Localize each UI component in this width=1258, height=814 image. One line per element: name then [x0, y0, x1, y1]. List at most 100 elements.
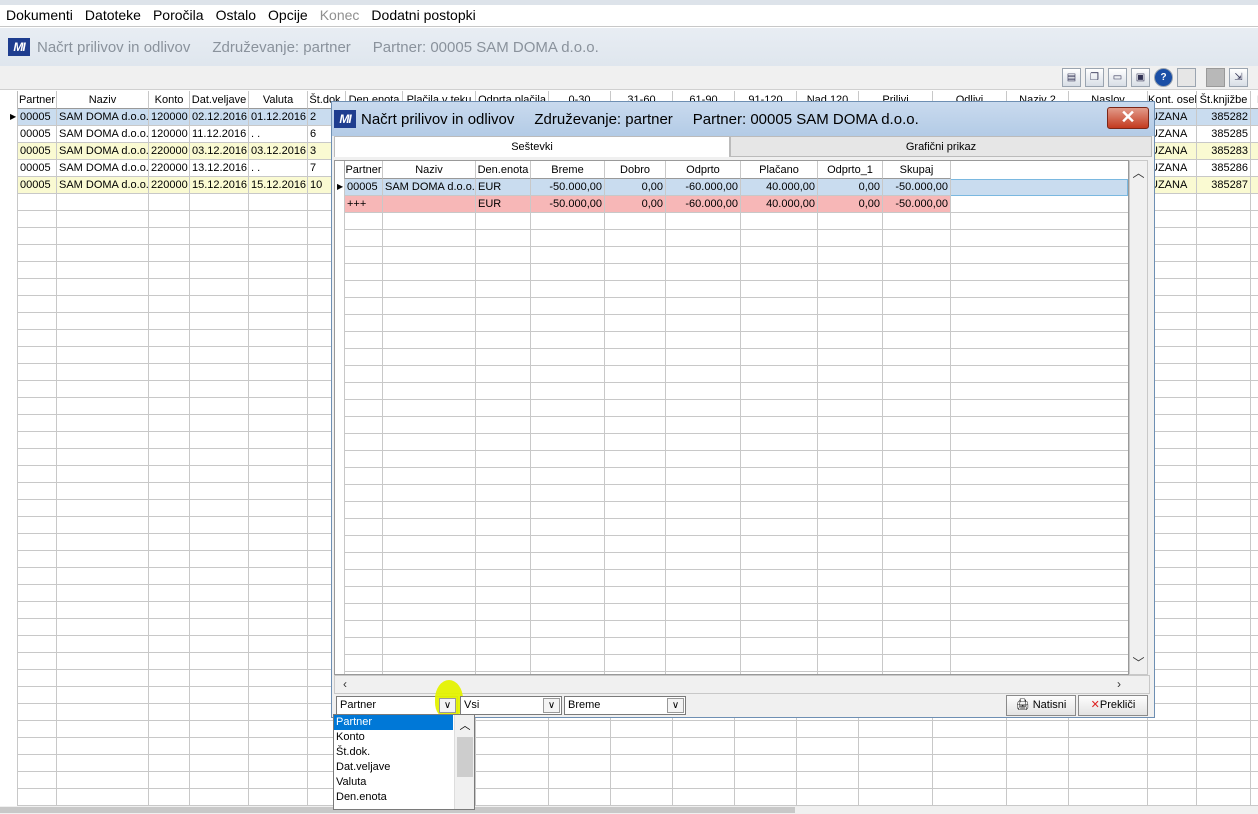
table-cell[interactable]: 705: [1251, 126, 1258, 143]
menu-item-3[interactable]: Ostalo: [210, 5, 262, 27]
summary-cell[interactable]: 0,00: [605, 196, 666, 213]
summary-vertical-scrollbar[interactable]: ︿ ﹀: [1129, 160, 1148, 675]
main-col-header[interactable]: Št.knjižbe: [1197, 91, 1251, 109]
report-icon[interactable]: ▤: [1062, 68, 1081, 87]
display-icon[interactable]: ▣: [1131, 68, 1150, 87]
summary-cell[interactable]: EUR: [476, 179, 531, 196]
table-cell[interactable]: . .: [249, 160, 308, 177]
measure-combo[interactable]: Breme ∨: [564, 696, 686, 715]
table-cell[interactable]: SAM DOMA d.o.o.: [57, 109, 149, 126]
summary-col-header[interactable]: Naziv: [383, 161, 476, 179]
table-cell[interactable]: 385286: [1197, 160, 1251, 177]
table-cell[interactable]: 705: [1251, 143, 1258, 160]
summary-col-header[interactable]: Plačano: [741, 161, 818, 179]
window-icon[interactable]: ▭: [1108, 68, 1127, 87]
summary-cell[interactable]: -50.000,00: [883, 179, 951, 196]
table-cell[interactable]: 385283: [1197, 143, 1251, 160]
dropdown-option[interactable]: Št.dok.: [334, 745, 453, 760]
filter-combo[interactable]: Vsi ∨: [460, 696, 562, 715]
table-cell[interactable]: 385287: [1197, 177, 1251, 194]
main-col-header[interactable]: Drž: [1251, 91, 1258, 109]
table-cell[interactable]: 15.12.2016: [190, 177, 249, 194]
summary-col-header[interactable]: Odprto_1: [818, 161, 883, 179]
dropdown-scroll-thumb[interactable]: [457, 737, 473, 777]
table-cell[interactable]: 00005: [18, 177, 57, 194]
summary-cell[interactable]: [383, 196, 476, 213]
table-cell[interactable]: . .: [249, 126, 308, 143]
dropdown-option[interactable]: Den.enota: [334, 790, 453, 805]
table-cell[interactable]: SAM DOMA d.o.o.: [57, 126, 149, 143]
menu-item-2[interactable]: Poročila: [147, 5, 210, 27]
print-button[interactable]: 🖨 Natisni: [1006, 695, 1076, 716]
main-col-header[interactable]: Partner: [18, 91, 57, 109]
summary-cell[interactable]: 40.000,00: [741, 179, 818, 196]
summary-cell[interactable]: 0,00: [818, 196, 883, 213]
scroll-up-icon[interactable]: ︿: [455, 717, 475, 733]
copy-icon[interactable]: ❐: [1085, 68, 1104, 87]
dropdown-option[interactable]: Konto: [334, 730, 453, 745]
main-col-header[interactable]: Naziv: [57, 91, 149, 109]
menu-item-0[interactable]: Dokumenti: [0, 5, 79, 27]
export-icon[interactable]: ⇲: [1229, 68, 1248, 87]
menu-item-6[interactable]: Dodatni postopki: [365, 5, 481, 27]
table-cell[interactable]: 03.12.2016: [249, 143, 308, 160]
table-cell[interactable]: UZANA: [1148, 109, 1197, 126]
table-cell[interactable]: 120000: [149, 109, 190, 126]
summary-col-header[interactable]: Breme: [531, 161, 605, 179]
summary-cell[interactable]: -50.000,00: [883, 196, 951, 213]
summary-cell[interactable]: +++: [345, 196, 383, 213]
table-cell[interactable]: 13.12.2016: [190, 160, 249, 177]
table-cell[interactable]: 220000: [149, 143, 190, 160]
menu-item-5[interactable]: Konec: [314, 5, 366, 27]
cancel-button[interactable]: ✕Prekliči: [1078, 695, 1148, 716]
summary-cell[interactable]: -60.000,00: [666, 196, 741, 213]
menu-item-1[interactable]: Datoteke: [79, 5, 147, 27]
chevron-down-icon[interactable]: ∨: [667, 698, 684, 713]
tab-sestevki[interactable]: Seštevki: [334, 136, 730, 157]
help-icon[interactable]: ?: [1154, 68, 1173, 87]
table-cell[interactable]: 15.12.2016: [249, 177, 308, 194]
table-cell[interactable]: 03.12.2016: [190, 143, 249, 160]
summary-col-header[interactable]: Partner: [345, 161, 383, 179]
summary-cell[interactable]: 00005: [345, 179, 383, 196]
summary-cell[interactable]: -50.000,00: [531, 179, 605, 196]
dropdown-option[interactable]: Valuta: [334, 775, 453, 790]
dropdown-scrollbar[interactable]: ︿: [454, 715, 474, 809]
summary-col-header[interactable]: Odprto: [666, 161, 741, 179]
close-button[interactable]: ✕: [1107, 107, 1149, 129]
main-horizontal-scrollbar[interactable]: [0, 806, 1258, 814]
table-cell[interactable]: 385282: [1197, 109, 1251, 126]
table-cell[interactable]: SAM DOMA d.o.o.: [57, 177, 149, 194]
dropdown-option[interactable]: Partner: [334, 715, 453, 730]
table-cell[interactable]: 00005: [18, 109, 57, 126]
summary-col-header[interactable]: Dobro: [605, 161, 666, 179]
summary-cell[interactable]: EUR: [476, 196, 531, 213]
summary-cell[interactable]: 40.000,00: [741, 196, 818, 213]
table-cell[interactable]: 705: [1251, 160, 1258, 177]
main-col-header[interactable]: Kont. oseba: [1148, 91, 1197, 109]
summary-cell[interactable]: 0,00: [605, 179, 666, 196]
summary-cell[interactable]: SAM DOMA d.o.o.: [383, 179, 476, 196]
table-cell[interactable]: 11.12.2016: [190, 126, 249, 143]
menu-item-4[interactable]: Opcije: [262, 5, 314, 27]
group-field-dropdown-list[interactable]: ︿ Partner Konto Št.dok. Dat.veljave Valuta De…: [333, 714, 475, 810]
table-cell[interactable]: UZANA: [1148, 126, 1197, 143]
chevron-down-icon[interactable]: ∨: [543, 698, 560, 713]
group-field-combo[interactable]: Partner ∨: [336, 680, 463, 718]
table-cell[interactable]: 01.12.2016: [249, 109, 308, 126]
scroll-left-icon[interactable]: ‹: [343, 677, 347, 691]
table-cell[interactable]: UZANA: [1148, 160, 1197, 177]
main-col-header[interactable]: Valuta: [249, 91, 308, 109]
summary-cell[interactable]: -60.000,00: [666, 179, 741, 196]
stop-icon[interactable]: [1206, 68, 1225, 87]
tab-graficni-prikaz[interactable]: Grafični prikaz: [730, 136, 1152, 157]
dropdown-option[interactable]: Dat.veljave: [334, 760, 453, 775]
scroll-right-icon[interactable]: ›: [1117, 677, 1121, 691]
table-cell[interactable]: 00005: [18, 126, 57, 143]
summary-cell[interactable]: -50.000,00: [531, 196, 605, 213]
scroll-down-icon[interactable]: ﹀: [1130, 654, 1147, 671]
summary-grid[interactable]: Partner Naziv Den.enota Breme Dobro Odprto Pla…: [334, 160, 1129, 675]
dialog-titlebar[interactable]: MI Načrt prilivov in odlivov Združevanje…: [332, 102, 1154, 136]
chevron-down-icon[interactable]: ∨: [439, 698, 456, 713]
table-cell[interactable]: UZANA: [1148, 177, 1197, 194]
